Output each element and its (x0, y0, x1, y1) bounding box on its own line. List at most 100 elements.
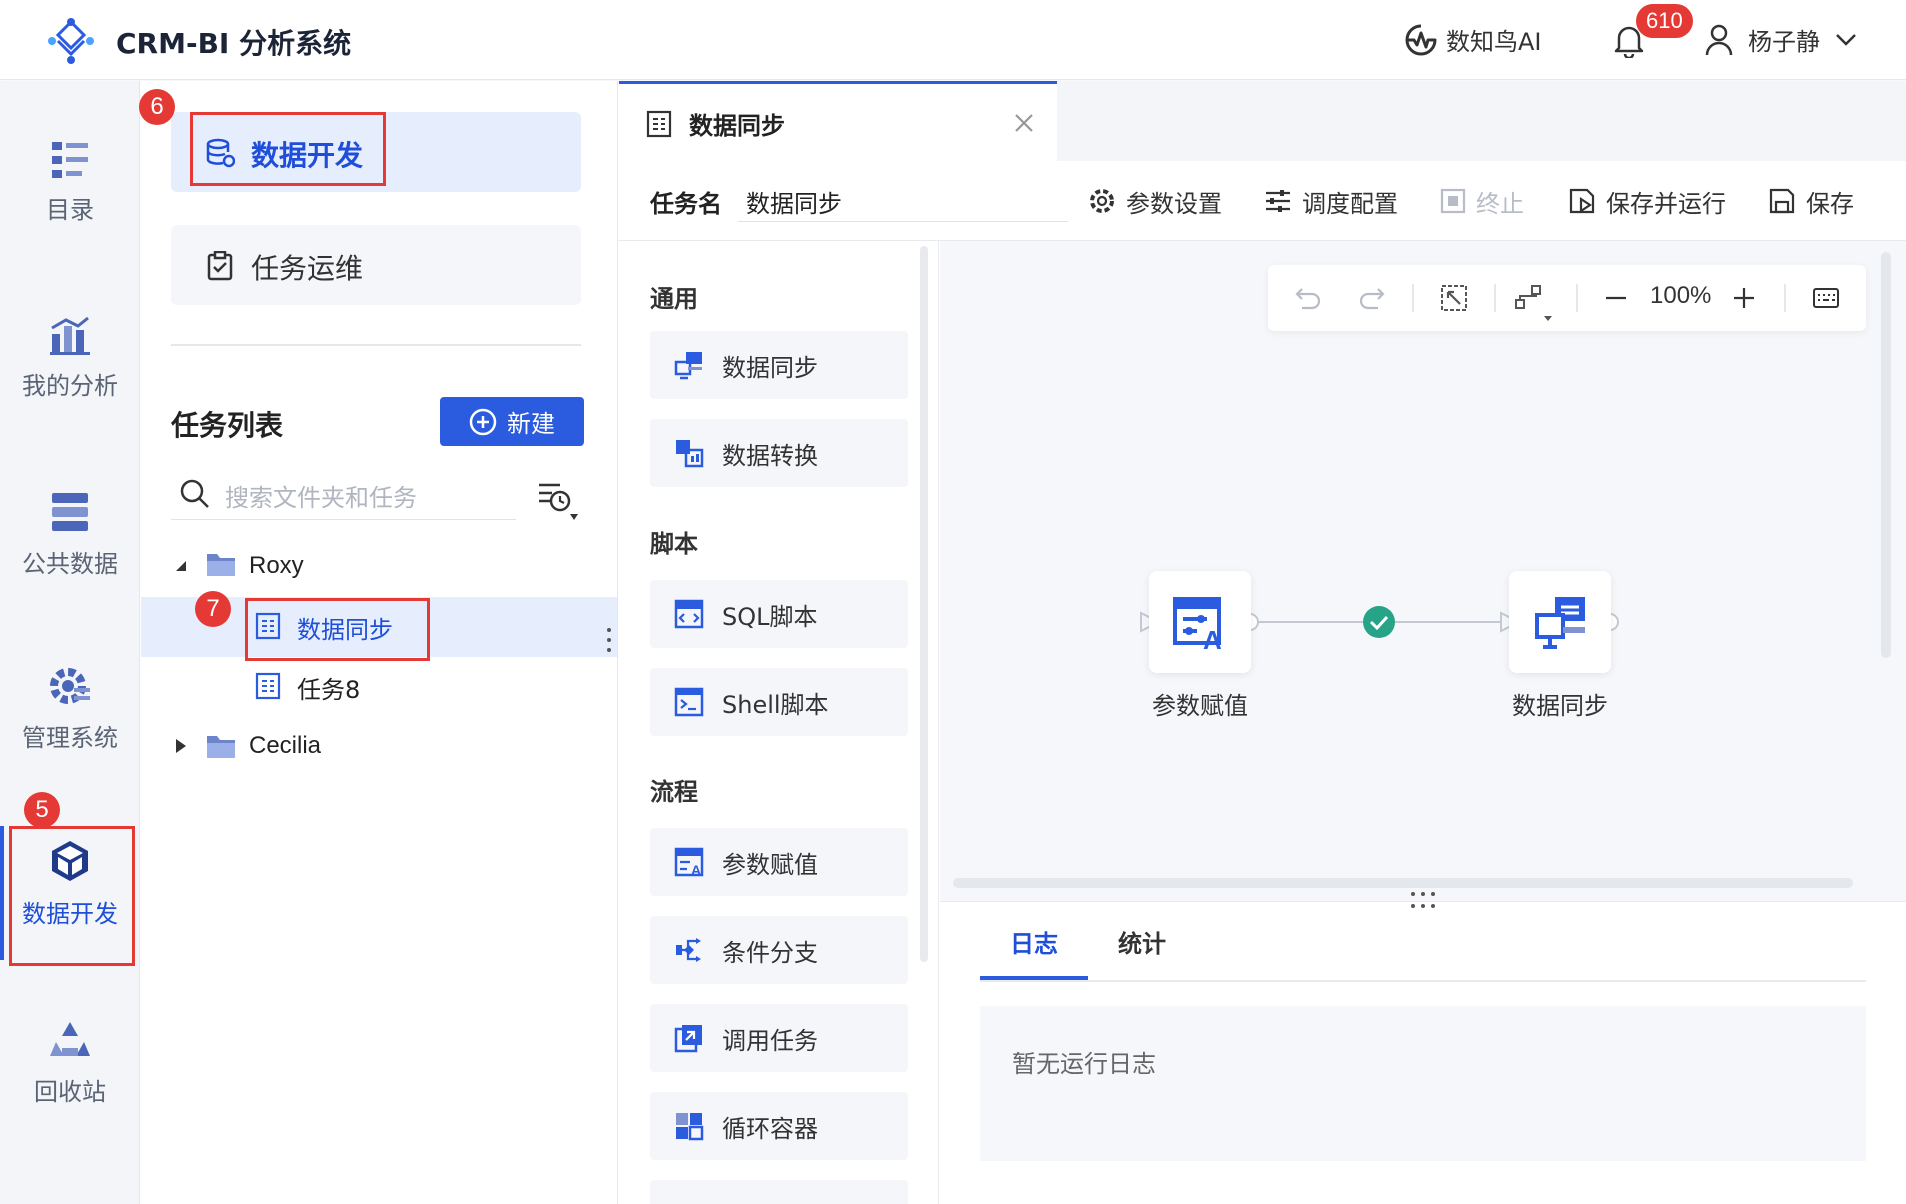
task-doc-icon (646, 110, 672, 138)
save-run-button[interactable]: 保存并运行 (1568, 184, 1726, 218)
component-param-assign[interactable]: A 参数赋值 (650, 828, 908, 896)
data-transform-icon (674, 438, 704, 468)
new-button-label: 新建 (507, 410, 555, 438)
component-condition-branch[interactable]: 条件分支 (650, 916, 908, 984)
flow-node-label: 参数赋值 (1152, 692, 1248, 720)
shell-script-icon (674, 687, 704, 717)
task-name-label: 任务名 (650, 190, 722, 218)
save-label: 保存 (1806, 189, 1854, 218)
tree-folder-label[interactable]: Roxy (249, 552, 304, 580)
gear-icon (0, 664, 140, 708)
resize-handle-h[interactable] (1408, 891, 1438, 909)
save-button[interactable]: 保存 (1768, 184, 1854, 218)
logo-icon (46, 16, 96, 66)
loop-container-icon (674, 1111, 704, 1141)
stop-label: 终止 (1476, 189, 1524, 218)
nav-label: 管理系统 (22, 724, 118, 752)
component-label: 数据同步 (722, 353, 818, 382)
filter-history-button[interactable] (536, 480, 578, 522)
tab-data-sync[interactable]: 数据同步 (619, 81, 1057, 161)
annotation-badge: 5 (24, 792, 60, 828)
highlight-box (245, 598, 430, 661)
component-label: 循环容器 (722, 1114, 818, 1143)
collapse-arrow-icon[interactable] (174, 738, 188, 754)
log-content: 暂无运行日志 (980, 1006, 1866, 1161)
user-menu[interactable]: 杨子静 (1704, 22, 1858, 57)
save-run-label: 保存并运行 (1606, 189, 1726, 218)
component-label: SQL脚本 (722, 602, 818, 631)
svg-text:A: A (1203, 625, 1222, 651)
component-partial (650, 1180, 908, 1204)
component-label: 调用任务 (722, 1026, 818, 1055)
stop-icon (1440, 188, 1466, 214)
user-name: 杨子静 (1748, 28, 1820, 56)
app-title: CRM-BI 分析系统 (116, 27, 352, 60)
fit-view-icon[interactable] (1440, 284, 1468, 312)
resize-handle[interactable] (606, 626, 612, 654)
tab-log[interactable]: 日志 (1010, 924, 1058, 959)
component-sql-script[interactable]: SQL脚本 (650, 580, 908, 648)
component-label: 数据转换 (722, 441, 818, 470)
success-check-icon (1362, 605, 1396, 639)
toolbar-divider (1576, 284, 1578, 312)
highlight-box (9, 826, 135, 966)
expand-arrow-icon[interactable] (174, 559, 188, 573)
sliders-icon (1264, 187, 1292, 215)
component-data-sync[interactable]: 数据同步 (650, 331, 908, 399)
component-data-transform[interactable]: 数据转换 (650, 419, 908, 487)
canvas-scrollbar-v[interactable] (1881, 252, 1891, 658)
new-button[interactable]: 新建 (440, 397, 584, 446)
nav-item-management[interactable]: 管理系统 (0, 664, 140, 753)
zoom-out-icon[interactable] (1604, 286, 1628, 310)
auto-layout-icon[interactable] (1514, 284, 1554, 324)
close-icon[interactable] (1013, 112, 1035, 134)
redo-icon[interactable] (1356, 285, 1386, 311)
flow-node-param-assign[interactable]: A (1149, 571, 1251, 673)
nav-item-my-analysis[interactable]: 我的分析 (0, 316, 140, 401)
flow-node-data-sync[interactable] (1509, 571, 1611, 673)
zoom-in-icon[interactable] (1732, 286, 1756, 310)
component-loop-container[interactable]: 循环容器 (650, 1092, 908, 1160)
schedule-config-button[interactable]: 调度配置 (1264, 184, 1398, 218)
component-call-task[interactable]: 调用任务 (650, 1004, 908, 1072)
divider (171, 344, 581, 346)
nav-item-catalog[interactable]: 目录 (0, 140, 140, 225)
tab-label: 数据同步 (689, 112, 785, 140)
category-flow: 流程 (650, 778, 698, 806)
svg-text:A: A (691, 862, 701, 877)
task-name-input[interactable]: 数据同步 (738, 176, 1068, 222)
component-label: 条件分支 (722, 938, 818, 967)
annotation-badge: 6 (139, 89, 175, 125)
param-settings-button[interactable]: 参数设置 (1088, 184, 1222, 218)
task-ops-button[interactable]: 任务运维 (171, 225, 581, 305)
scrollbar[interactable] (920, 246, 928, 962)
annotation-badge: 7 (195, 591, 231, 627)
folder-icon (206, 551, 236, 577)
search-input[interactable]: 搜索文件夹和任务 (225, 478, 417, 513)
search-field[interactable]: 搜索文件夹和任务 (171, 470, 516, 520)
workflow-canvas[interactable] (940, 241, 1906, 901)
active-tab-indicator (980, 976, 1088, 980)
component-shell-script[interactable]: Shell脚本 (650, 668, 908, 736)
nav-label: 回收站 (34, 1078, 106, 1106)
nav-item-public-data[interactable]: 公共数据 (0, 490, 140, 579)
tree-task-label[interactable]: 任务8 (297, 670, 360, 705)
chevron-down-icon (1834, 32, 1858, 48)
empty-log-text: 暂无运行日志 (1012, 1050, 1156, 1078)
ai-label: 数知鸟AI (1446, 28, 1542, 56)
keyboard-icon[interactable] (1812, 286, 1840, 310)
zoom-level: 100% (1650, 282, 1712, 309)
canvas-scrollbar-h[interactable] (953, 878, 1853, 888)
data-sync-icon (674, 350, 704, 380)
component-label: 参数赋值 (722, 850, 818, 879)
tab-stats[interactable]: 统计 (1118, 924, 1166, 959)
nav-item-recycle[interactable]: 回收站 (0, 1018, 140, 1107)
stop-button[interactable]: 终止 (1440, 184, 1524, 218)
tree-folder-label[interactable]: Cecilia (249, 732, 321, 760)
undo-icon[interactable] (1294, 285, 1324, 311)
task-list-title: 任务列表 (171, 409, 284, 442)
save-run-icon (1568, 187, 1596, 215)
ai-assistant-button[interactable]: 数知鸟AI (1404, 22, 1542, 57)
call-task-icon (674, 1023, 704, 1053)
task-ops-label: 任务运维 (251, 252, 364, 285)
